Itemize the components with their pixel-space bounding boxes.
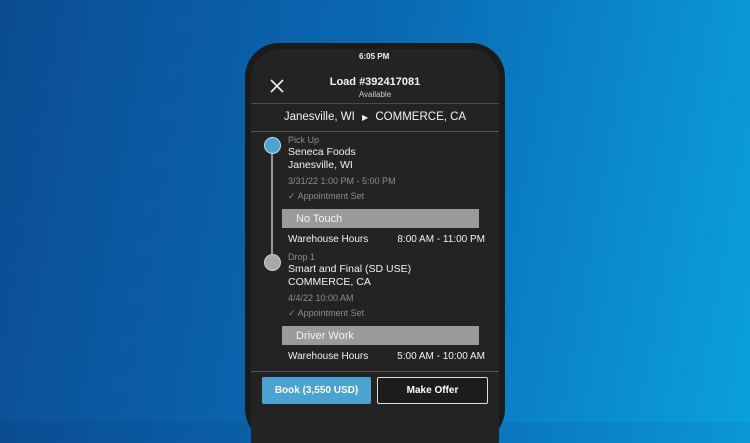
appointment-label: Appointment Set bbox=[297, 191, 365, 201]
hours-label: Warehouse Hours bbox=[288, 351, 369, 362]
book-button[interactable]: Book (3,550 USD) bbox=[262, 377, 371, 404]
appointment-status: ✓ Appointment Set bbox=[288, 308, 364, 319]
stop-city: COMMERCE, CA bbox=[288, 276, 371, 288]
check-icon: ✓ bbox=[288, 308, 296, 318]
route-origin: Janesville, WI bbox=[283, 111, 355, 123]
stop-type: Drop 1 bbox=[288, 252, 316, 262]
handling-badge: Driver Work bbox=[282, 326, 479, 345]
appointment-label: Appointment Set bbox=[297, 308, 365, 318]
stop-name: Seneca Foods bbox=[288, 146, 356, 158]
stop-datetime: 4/4/22 10:00 AM bbox=[288, 293, 354, 303]
pickup-marker-icon bbox=[264, 137, 281, 154]
stop-name: Smart and Final (SD USE) bbox=[288, 263, 412, 275]
stop-type: Pick Up bbox=[288, 135, 320, 145]
arrow-right-icon: ▶ bbox=[362, 113, 369, 122]
divider bbox=[251, 103, 499, 104]
handling-badge: No Touch bbox=[282, 209, 479, 228]
close-button[interactable] bbox=[269, 78, 285, 94]
check-icon: ✓ bbox=[288, 191, 296, 201]
divider bbox=[251, 371, 499, 372]
make-offer-button[interactable]: Make Offer bbox=[377, 377, 488, 404]
route-destination: COMMERCE, CA bbox=[375, 111, 467, 123]
close-icon bbox=[270, 79, 284, 93]
hours-value: 8:00 AM - 11:00 PM bbox=[397, 234, 485, 245]
load-title: Load #392417081 bbox=[329, 76, 421, 88]
hours-label: Warehouse Hours bbox=[288, 234, 369, 245]
stop-city: Janesville, WI bbox=[288, 159, 353, 171]
divider bbox=[251, 131, 499, 132]
timeline-line bbox=[271, 150, 273, 260]
route-summary: Janesville, WI ▶ COMMERCE, CA bbox=[251, 111, 499, 123]
appointment-status: ✓ Appointment Set bbox=[288, 191, 364, 202]
status-time: 6:05 PM bbox=[359, 52, 390, 61]
hours-value: 5:00 AM - 10:00 AM bbox=[397, 351, 485, 362]
drop-marker-icon bbox=[264, 254, 281, 271]
stop-datetime: 3/31/22 1:00 PM - 5:00 PM bbox=[288, 176, 396, 186]
load-status: Available bbox=[358, 90, 392, 99]
